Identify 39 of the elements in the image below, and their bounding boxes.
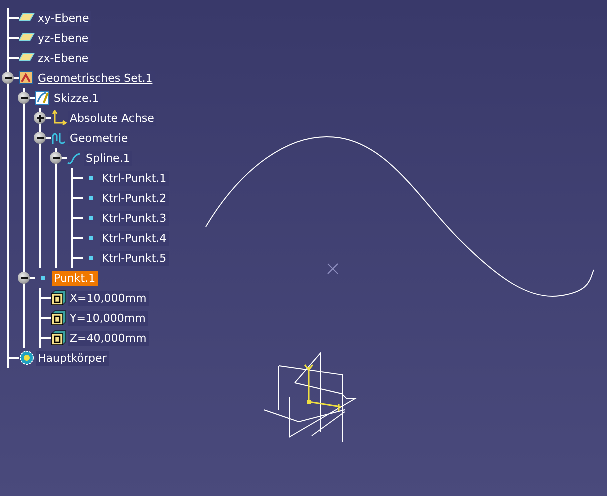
parameter-icon: [51, 310, 67, 326]
tree-item[interactable]: Absolute Achse: [68, 110, 156, 126]
tree-item[interactable]: Ktrl-Punkt.4: [100, 230, 169, 246]
tree-item[interactable]: yz-Ebene: [36, 30, 91, 46]
point-icon: [88, 235, 94, 241]
parameter-icon: [51, 330, 67, 346]
point-icon: [88, 255, 94, 261]
point-icon: [88, 175, 94, 181]
tree-item[interactable]: Ktrl-Punkt.3: [100, 210, 169, 226]
plane-icon: [19, 53, 35, 63]
collapse-toggle[interactable]: [50, 152, 62, 164]
tree-item[interactable]: Geometrie: [68, 130, 130, 146]
tree-item[interactable]: zx-Ebene: [36, 50, 91, 66]
plane-icon: [19, 33, 35, 43]
parameter-icon: [51, 290, 67, 306]
collapse-toggle[interactable]: [2, 72, 14, 84]
plane-icon: [19, 13, 35, 23]
point-icon: [88, 195, 94, 201]
tree-item[interactable]: Hauptkörper: [36, 350, 109, 366]
tree-item[interactable]: Ktrl-Punkt.5: [100, 250, 169, 266]
collapse-toggle[interactable]: [18, 272, 30, 284]
tree-item[interactable]: Z=40,000mm: [68, 330, 149, 346]
point-icon: [40, 275, 46, 281]
point-icon: [88, 215, 94, 221]
tree-item[interactable]: Y=10,000mm: [68, 310, 148, 326]
tree-item[interactable]: Geometrisches Set.1: [36, 70, 155, 86]
tree-item[interactable]: Skizze.1: [52, 90, 102, 106]
tree-item[interactable]: Spline.1: [84, 150, 132, 166]
origin-cross-icon: [328, 264, 338, 274]
tree-item[interactable]: Ktrl-Punkt.2: [100, 190, 169, 206]
geometry-icon: [51, 130, 67, 146]
tree-item[interactable]: Ktrl-Punkt.1: [100, 170, 169, 186]
axis-icon: [51, 110, 67, 126]
collapse-toggle[interactable]: [34, 132, 46, 144]
tree-item[interactable]: X=10,000mm: [68, 290, 149, 306]
geometry-set-icon: [19, 70, 35, 86]
tree-item[interactable]: xy-Ebene: [36, 10, 92, 26]
collapse-toggle[interactable]: [18, 92, 30, 104]
expand-toggle[interactable]: [34, 112, 46, 124]
